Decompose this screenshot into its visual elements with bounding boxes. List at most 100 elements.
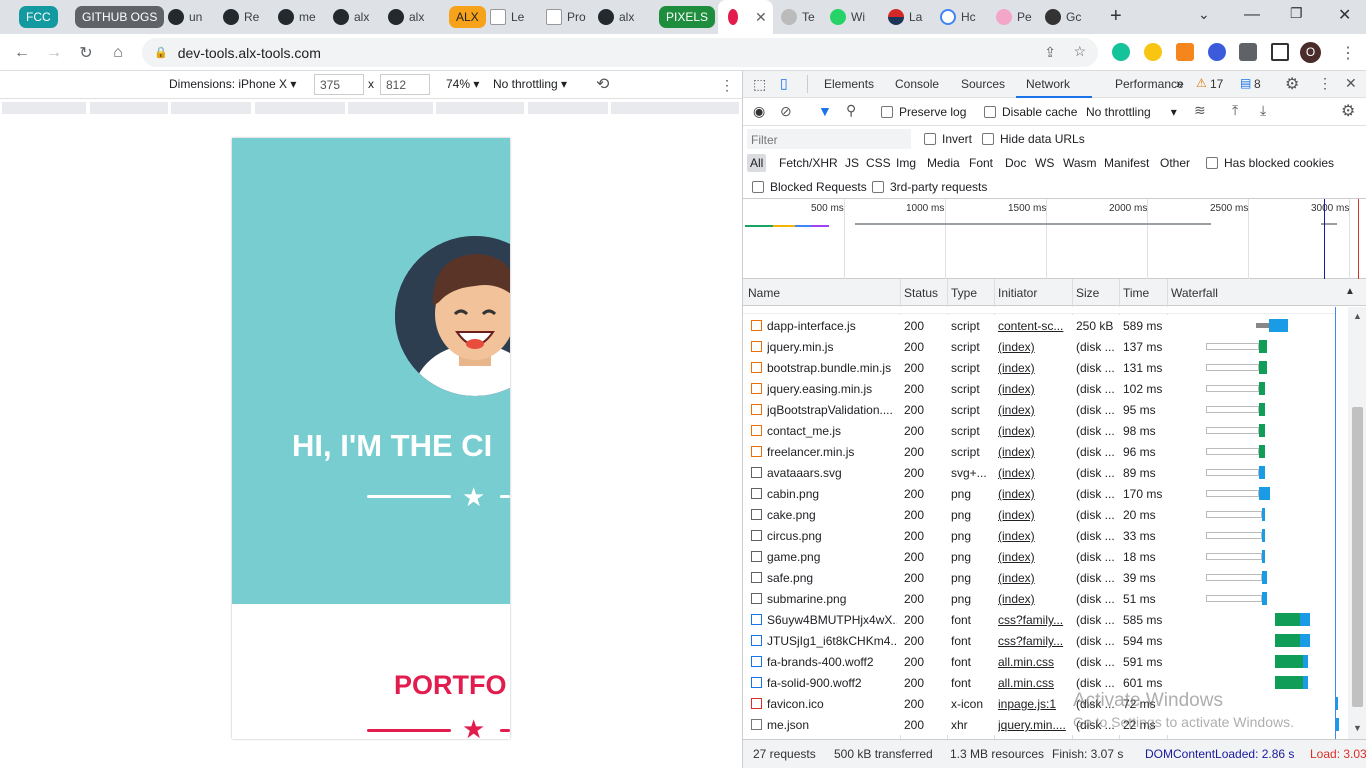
scroll-down-icon[interactable]: ▼ — [1353, 723, 1362, 733]
table-scrollbar[interactable]: ▲ ▼ — [1348, 307, 1366, 739]
request-initiator[interactable]: (index) — [998, 340, 1068, 354]
request-initiator[interactable]: css?family... — [998, 613, 1068, 627]
device-width-input[interactable]: 375 — [314, 74, 364, 95]
table-row[interactable]: dapp-interface.js 200 script content-sc... 2… — [743, 315, 1335, 336]
tab-pe[interactable]: Pe — [996, 5, 1038, 29]
close-tab-icon[interactable]: ✕ — [755, 9, 767, 26]
table-row[interactable]: safe.png 200 png (index) (disk ... 39 ms — [743, 567, 1335, 588]
tab-group-github-ogs[interactable]: GITHUB OGS — [75, 6, 165, 28]
table-row[interactable]: cake.png 200 png (index) (disk ... 20 ms — [743, 504, 1335, 525]
home-icon[interactable]: ⌂ — [107, 42, 129, 64]
network-conditions-icon[interactable]: ≋ — [1194, 102, 1206, 119]
preserve-log-checkbox[interactable]: Preserve log — [881, 105, 966, 119]
forward-icon[interactable]: → — [43, 42, 65, 64]
request-initiator[interactable]: inpage.js:1 — [998, 697, 1068, 711]
request-initiator[interactable]: content-sc... — [998, 319, 1068, 333]
tab-github-1[interactable]: un — [168, 5, 210, 29]
network-throttle-select[interactable]: No throttling ▾ — [1086, 105, 1177, 119]
back-icon[interactable]: ← — [11, 42, 33, 64]
request-initiator[interactable]: all.min.css — [998, 655, 1068, 669]
tab-settings[interactable]: Gc — [1045, 5, 1091, 29]
request-initiator[interactable]: (index) — [998, 445, 1068, 459]
table-row[interactable]: contact_me.js 200 script (index) (disk ... 98… — [743, 420, 1335, 441]
tab-network[interactable]: Network — [1026, 77, 1070, 91]
table-row[interactable]: jquery.easing.min.js 200 script (index) (dis… — [743, 378, 1335, 399]
more-tabs-icon[interactable]: » — [1176, 75, 1184, 91]
sidepanel-icon[interactable] — [1271, 43, 1289, 61]
tab-google[interactable]: Hc — [940, 5, 982, 29]
tab-search-icon[interactable]: ⌄ — [1198, 6, 1210, 23]
filter-doc[interactable]: Doc — [1005, 156, 1026, 170]
request-initiator[interactable]: (index) — [998, 403, 1068, 417]
third-party-checkbox[interactable]: 3rd-party requests — [872, 180, 987, 194]
hide-data-urls-checkbox[interactable]: Hide data URLs — [982, 132, 1085, 146]
table-row[interactable]: favicon.ico 200 x-icon inpage.js:1 (disk ...… — [743, 693, 1338, 714]
invert-checkbox[interactable]: Invert — [924, 132, 972, 146]
filter-manifest[interactable]: Manifest — [1104, 156, 1149, 170]
tab-elements[interactable]: Elements — [824, 77, 874, 91]
disable-cache-checkbox[interactable]: Disable cache — [984, 105, 1077, 119]
request-initiator[interactable]: (index) — [998, 508, 1068, 522]
export-har-icon[interactable]: ⤓ — [1260, 102, 1266, 119]
table-row[interactable]: freelancer.min.js 200 script (index) (disk .… — [743, 441, 1335, 462]
tab-te[interactable]: Te — [781, 5, 823, 29]
tab-github-4[interactable]: alx — [333, 5, 375, 29]
devtools-menu-icon[interactable]: ⋮ — [1318, 75, 1332, 92]
warnings-count[interactable]: 17 — [1210, 77, 1223, 91]
filter-img[interactable]: Img — [896, 156, 916, 170]
table-row[interactable]: fa-solid-900.woff2 200 font all.min.css (dis… — [743, 672, 1335, 693]
device-more-icon[interactable]: ⋮ — [720, 77, 734, 94]
profile-avatar[interactable]: O — [1300, 42, 1321, 63]
zoom-select[interactable]: 74% ▾ — [446, 77, 479, 91]
filter-fetch-xhr[interactable]: Fetch/XHR — [779, 156, 838, 170]
close-devtools-icon[interactable]: ✕ — [1345, 75, 1357, 92]
tab-whatsapp[interactable]: Wi — [830, 5, 872, 29]
tab-group-alx[interactable]: ALX — [449, 6, 486, 28]
request-initiator[interactable]: (index) — [998, 424, 1068, 438]
table-row[interactable]: circus.png 200 png (index) (disk ... 33 ms — [743, 525, 1335, 546]
filter-font[interactable]: Font — [969, 156, 993, 170]
rotate-icon[interactable]: ⟲ — [596, 74, 609, 94]
column-size[interactable]: Size — [1076, 286, 1099, 300]
blocked-requests-checkbox[interactable]: Blocked Requests — [752, 180, 867, 194]
tab-group-pixels[interactable]: PIXELS — [659, 6, 716, 28]
scroll-up-icon[interactable]: ▲ — [1353, 311, 1362, 321]
has-blocked-cookies-checkbox[interactable]: Has blocked cookies — [1206, 156, 1334, 170]
tab-active[interactable]: ✕ — [718, 0, 773, 34]
sort-asc-icon[interactable]: ▲ — [1345, 286, 1355, 297]
messages-count[interactable]: 8 — [1254, 77, 1261, 91]
omnibox[interactable]: 🔒 dev-tools.alx-tools.com ⇪ ☆ — [142, 38, 1098, 67]
request-initiator[interactable]: (index) — [998, 487, 1068, 501]
reload-icon[interactable]: ↻ — [75, 42, 97, 64]
table-row[interactable]: jqBootstrapValidation.... 200 script (index… — [743, 399, 1335, 420]
restore-icon[interactable]: ❐ — [1290, 5, 1303, 22]
filter-js[interactable]: JS — [845, 156, 859, 170]
filter-icon[interactable]: ▼ — [818, 103, 832, 119]
request-initiator[interactable]: (index) — [998, 361, 1068, 375]
share-icon[interactable]: ⇪ — [1044, 44, 1056, 61]
request-initiator[interactable]: (index) — [998, 466, 1068, 480]
filter-ws[interactable]: WS — [1035, 156, 1054, 170]
request-initiator[interactable]: (index) — [998, 529, 1068, 543]
column-initiator[interactable]: Initiator — [998, 286, 1037, 300]
tab-github-5[interactable]: alx — [388, 5, 430, 29]
tab-alx-1[interactable]: Le — [490, 5, 536, 29]
extension-icon[interactable] — [1144, 43, 1162, 61]
tab-group-fcc[interactable]: FCC — [19, 6, 58, 28]
extension-v-icon[interactable] — [1208, 43, 1226, 61]
filter-wasm[interactable]: Wasm — [1063, 156, 1097, 170]
grammarly-icon[interactable] — [1112, 43, 1130, 61]
settings-gear-icon[interactable]: ⚙ — [1285, 74, 1299, 94]
scrollbar-thumb[interactable] — [1352, 407, 1363, 707]
request-initiator[interactable]: (index) — [998, 382, 1068, 396]
table-row[interactable]: avataaars.svg 200 svg+... (index) (disk ... 8… — [743, 462, 1335, 483]
network-overview[interactable]: 500 ms 1000 ms 1500 ms 2000 ms 2500 ms 3… — [743, 199, 1366, 279]
new-tab-icon[interactable]: + — [1110, 5, 1122, 28]
device-toggle-icon[interactable]: ▯ — [780, 75, 788, 92]
table-row[interactable]: cabin.png 200 png (index) (disk ... 170 ms — [743, 483, 1335, 504]
column-type[interactable]: Type — [951, 286, 977, 300]
filter-media[interactable]: Media — [927, 156, 960, 170]
media-query-ruler[interactable] — [0, 99, 742, 117]
table-row[interactable]: game.png 200 png (index) (disk ... 18 ms — [743, 546, 1335, 567]
browser-menu-icon[interactable]: ⋮ — [1340, 43, 1356, 63]
